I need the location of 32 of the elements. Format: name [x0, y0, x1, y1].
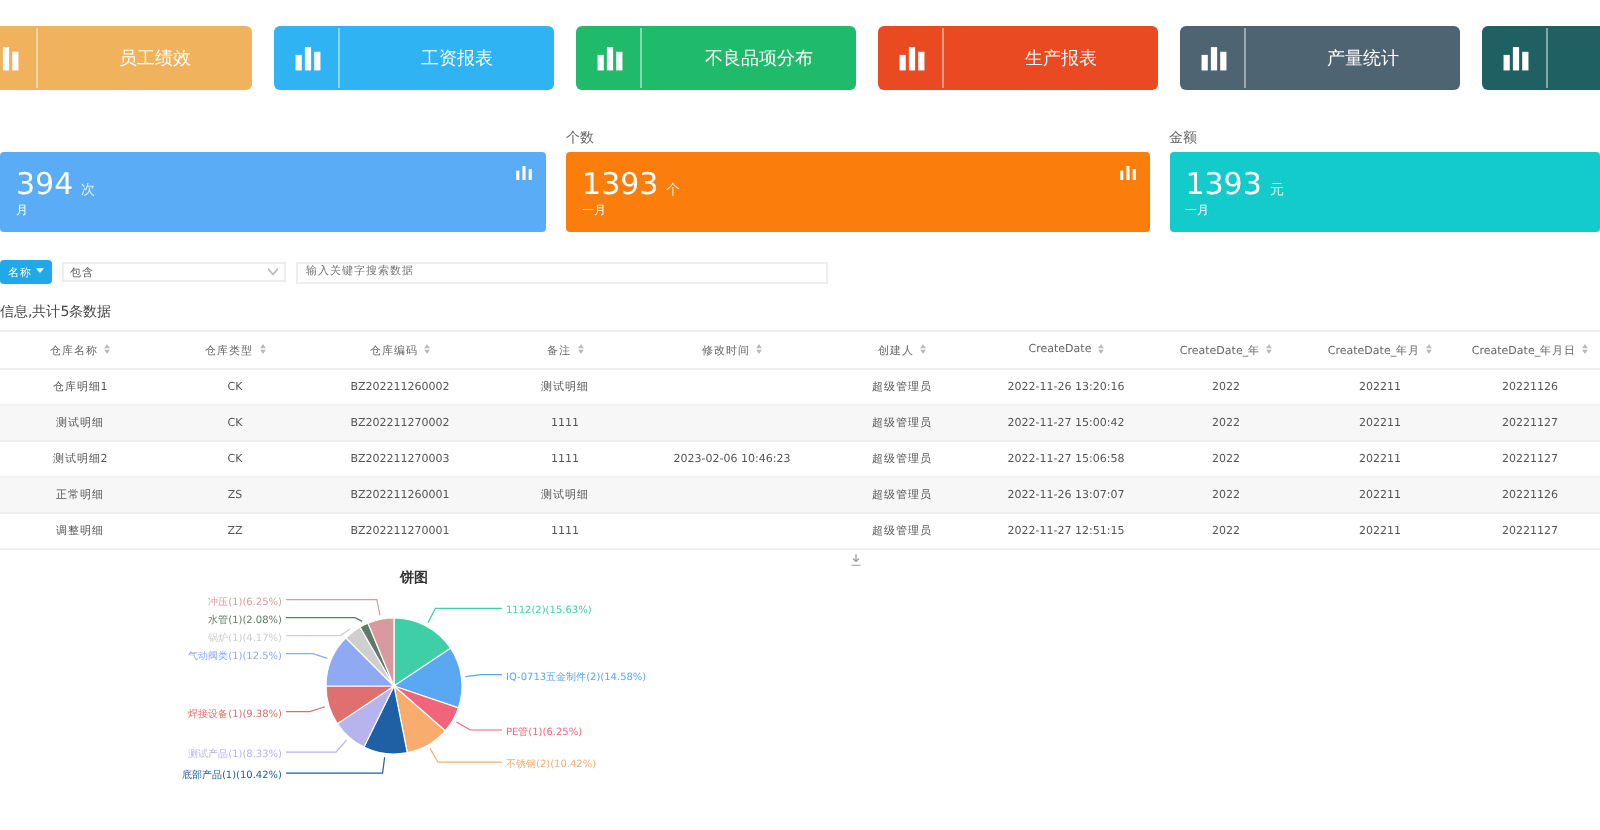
stat-value: 394 — [16, 166, 74, 202]
leader-line — [455, 721, 503, 731]
bar-chart-icon — [898, 28, 944, 88]
caret-icon — [35, 268, 44, 275]
leader-line — [285, 628, 351, 637]
leader-line — [285, 653, 328, 659]
sort-icon[interactable] — [1097, 343, 1104, 354]
stat-value: 1393 — [1185, 166, 1262, 202]
sort-icon[interactable] — [920, 344, 926, 355]
sort-icon[interactable] — [424, 344, 430, 355]
bar-chart-icon — [294, 28, 340, 88]
leader-line — [285, 706, 326, 713]
sort-icon[interactable] — [756, 344, 762, 355]
sort-icon[interactable] — [1426, 344, 1433, 355]
caret-icon — [267, 268, 278, 276]
sort-icon[interactable] — [1582, 344, 1589, 355]
leader-line — [285, 739, 348, 753]
sort-icon[interactable] — [577, 344, 583, 355]
bar-chart-icon — [596, 28, 642, 88]
leader-line — [427, 607, 503, 624]
sort-icon[interactable] — [1266, 344, 1273, 355]
bar-chart-icon — [1502, 28, 1548, 88]
leader-line — [464, 674, 503, 678]
sort-icon[interactable] — [259, 344, 265, 355]
bar-chart-icon — [1200, 28, 1246, 88]
stat-value: 1393 — [582, 166, 659, 202]
leader-line — [285, 756, 386, 774]
leader-line — [429, 747, 503, 763]
report-card[interactable]: 生产报表 — [878, 26, 1158, 90]
report-card[interactable]: 产量统计 — [1180, 26, 1460, 90]
download-icon[interactable] — [850, 554, 862, 566]
sort-icon[interactable] — [104, 344, 110, 355]
